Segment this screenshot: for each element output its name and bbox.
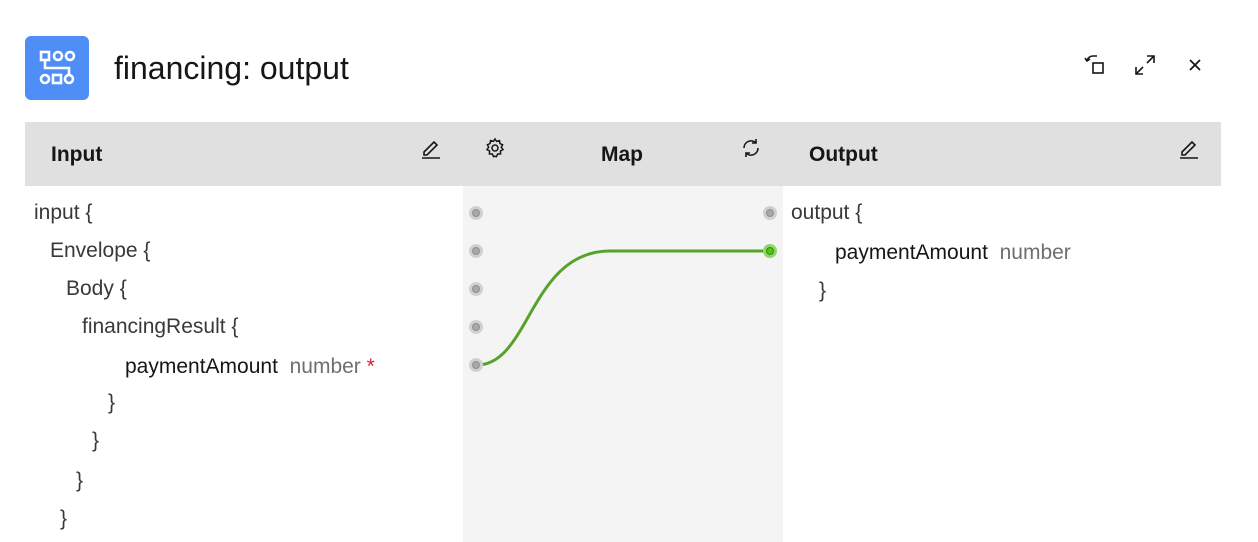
input-port[interactable] [469, 320, 483, 334]
close-brace: } [819, 279, 827, 302]
output-port-payment-amount[interactable] [763, 244, 777, 258]
financing-result-node: financingResult { [82, 315, 239, 338]
output-panel-title: Output [809, 143, 878, 166]
output-panel-header: Output [783, 122, 1221, 186]
dialog-title: financing: output [114, 50, 349, 86]
output-port[interactable] [763, 206, 777, 220]
map-panel-title: Map [601, 143, 643, 166]
required-mark: * [366, 355, 375, 378]
close-icon[interactable] [1182, 52, 1208, 78]
input-panel-title: Input [51, 143, 103, 166]
restore-icon[interactable] [1082, 52, 1108, 78]
close-brace: } [60, 507, 68, 530]
pencil-icon[interactable] [418, 135, 444, 161]
envelope-node: Envelope { [50, 239, 151, 262]
map-panel-header: Map [463, 122, 783, 186]
gear-icon[interactable] [482, 135, 508, 161]
output-field-type: number [999, 241, 1071, 264]
input-port-payment-amount[interactable] [469, 358, 483, 372]
input-port[interactable] [469, 282, 483, 296]
close-brace: } [108, 391, 116, 414]
refresh-icon[interactable] [738, 135, 764, 161]
output-root: output { [791, 201, 863, 224]
input-field-type: number [289, 355, 361, 378]
mapping-dialog: financing: output Input Map Output input… [0, 0, 1258, 542]
input-field-name: paymentAmount [125, 355, 278, 378]
input-port[interactable] [469, 244, 483, 258]
input-panel-header: Input [25, 122, 463, 186]
input-root: input { [34, 201, 93, 224]
body-node: Body { [66, 277, 127, 300]
pencil-icon[interactable] [1176, 135, 1202, 161]
input-field-row: paymentAmount number * [125, 354, 375, 380]
output-field-row: paymentAmount number [835, 240, 1071, 266]
output-field-name: paymentAmount [835, 241, 988, 264]
map-node-icon [25, 36, 89, 100]
input-port[interactable] [469, 206, 483, 220]
maximize-icon[interactable] [1132, 52, 1158, 78]
close-brace: } [76, 469, 84, 492]
map-canvas [463, 186, 783, 542]
close-brace: } [92, 429, 100, 452]
